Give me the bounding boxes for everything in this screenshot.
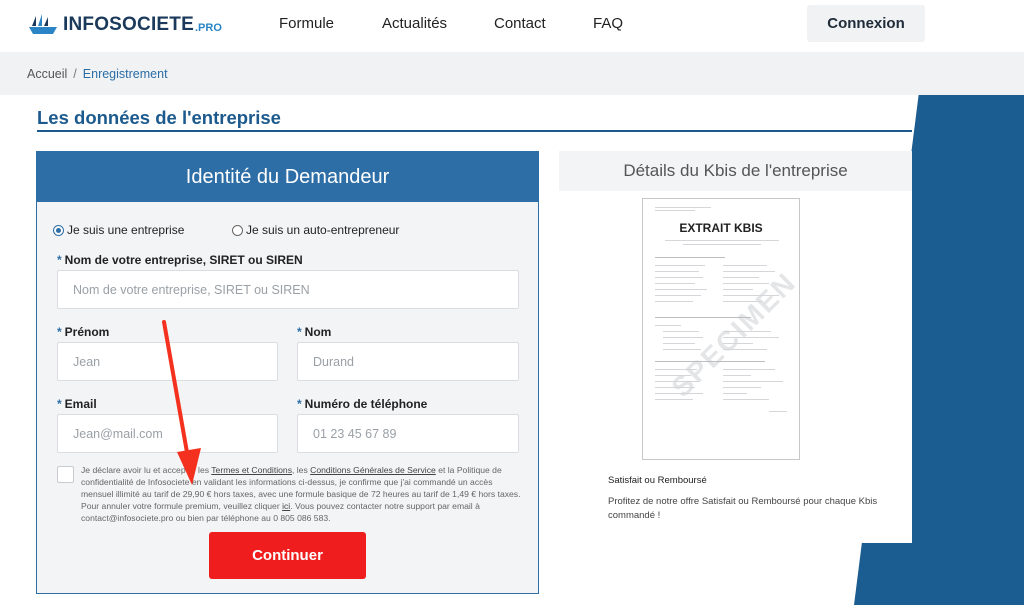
email-label: * Email — [57, 397, 97, 411]
form-title: Identité du Demandeur — [37, 152, 538, 202]
continue-button[interactable]: Continuer — [209, 532, 366, 579]
required-mark: * — [57, 253, 62, 267]
section-divider — [37, 130, 912, 132]
brand-logo[interactable]: INFOSOCIETE .PRO — [27, 12, 222, 38]
email-label-text: Email — [64, 397, 97, 411]
phone-input[interactable]: 01 23 45 67 89 — [297, 414, 519, 453]
radio-auto-label: Je suis un auto-entrepreneur — [246, 223, 400, 237]
cgs-link[interactable]: Conditions Générales de Service — [310, 465, 436, 475]
radio-auto-entrepreneur[interactable] — [232, 224, 243, 236]
specimen-watermark: SPECIMEN — [665, 266, 800, 403]
phone-label-text: Numéro de téléphone — [304, 397, 428, 411]
top-header: INFOSOCIETE .PRO Formule Actualités Cont… — [0, 0, 1024, 52]
boat-logo-icon — [29, 14, 57, 34]
company-label: * Nom de votre entreprise, SIRET ou SIREN — [57, 253, 303, 267]
guarantee-title: Satisfait ou Remboursé — [608, 475, 707, 486]
required-mark: * — [57, 397, 62, 411]
kbis-document-preview: EXTRAIT KBIS SPECIMEN — [642, 198, 800, 460]
nav-formule[interactable]: Formule — [279, 15, 334, 32]
company-label-text: Nom de votre entreprise, SIRET ou SIREN — [64, 253, 303, 267]
radio-auto-option[interactable]: Je suis un auto-entrepreneur — [232, 223, 399, 237]
guarantee-description: Profitez de notre offre Satisfait ou Rem… — [608, 496, 878, 521]
kbis-details-card: Détails du Kbis de l'entreprise EXTRAIT … — [559, 151, 912, 543]
section-title: Les données de l'entreprise — [37, 107, 281, 128]
email-input[interactable]: Jean@mail.com — [57, 414, 278, 453]
requester-form: Identité du Demandeur Je suis une entrep… — [36, 151, 539, 594]
legal-text: Je déclare avoir lu et accepter les Term… — [81, 464, 521, 524]
nav-contact[interactable]: Contact — [494, 15, 546, 32]
breadcrumb-current: Enregistrement — [82, 67, 168, 81]
cancel-here-link[interactable]: ici — [282, 501, 290, 511]
breadcrumb-home[interactable]: Accueil — [27, 67, 67, 81]
company-input[interactable]: Nom de votre entreprise, SIRET ou SIREN — [57, 270, 519, 309]
radio-company-option[interactable]: Je suis une entreprise — [53, 223, 184, 237]
nav-faq[interactable]: FAQ — [593, 15, 623, 32]
lastname-label: * Nom — [297, 325, 331, 339]
firstname-label-text: Prénom — [64, 325, 110, 339]
kbis-doc-title: EXTRAIT KBIS — [679, 221, 763, 235]
required-mark: * — [297, 397, 302, 411]
radio-company-label: Je suis une entreprise — [67, 223, 185, 237]
required-mark: * — [297, 325, 302, 339]
breadcrumb-separator: / — [73, 67, 77, 81]
terms-checkbox[interactable] — [57, 466, 74, 483]
breadcrumb: Accueil / Enregistrement — [27, 67, 168, 81]
nav-actualites[interactable]: Actualités — [382, 15, 447, 32]
radio-company[interactable] — [53, 224, 64, 236]
required-mark: * — [57, 325, 62, 339]
lastname-label-text: Nom — [304, 325, 332, 339]
kbis-card-title: Détails du Kbis de l'entreprise — [559, 151, 912, 191]
terms-link[interactable]: Termes et Conditions — [211, 465, 292, 475]
brand-suffix: .PRO — [195, 22, 222, 34]
lastname-input[interactable]: Durand — [297, 342, 519, 381]
legal-part-1: Je déclare avoir lu et accepter les — [81, 465, 210, 475]
legal-part-2: , les — [292, 465, 308, 475]
login-button[interactable]: Connexion — [807, 5, 925, 42]
brand-name: INFOSOCIETE — [63, 14, 194, 35]
phone-label: * Numéro de téléphone — [297, 397, 427, 411]
firstname-input[interactable]: Jean — [57, 342, 278, 381]
firstname-label: * Prénom — [57, 325, 109, 339]
